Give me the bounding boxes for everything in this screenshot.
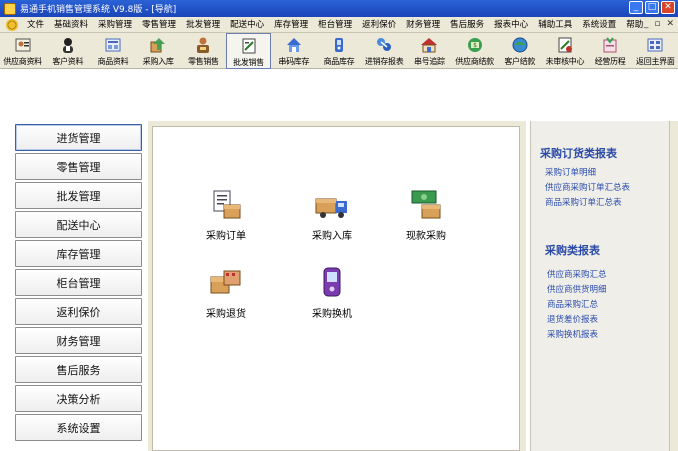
tool-supplier[interactable]: 供应商资料 [0, 33, 45, 69]
nav-after-sales[interactable]: 售后服务 [15, 356, 142, 383]
home-icon [646, 36, 664, 54]
function-panel: 采购订单 采购入库 现款采购 采购退货 采购换机 [148, 121, 526, 451]
menu-finance[interactable]: 财务管理 [401, 17, 445, 33]
menu-rebate[interactable]: 返利保价 [357, 17, 401, 33]
menu-retail[interactable]: 零售管理 [137, 17, 181, 33]
close-button[interactable]: ✕ [661, 1, 675, 14]
func-phone-exchange[interactable]: 采购换机 [297, 265, 367, 320]
app-icon [4, 2, 16, 15]
menu-tools[interactable]: 辅助工具 [533, 17, 577, 33]
left-nav: 进货管理 零售管理 批发管理 配送中心 库存管理 柜台管理 返利保价 财务管理 … [12, 122, 144, 451]
blank-strip [0, 70, 678, 120]
func-purchase-order[interactable]: 采购订单 [191, 187, 261, 242]
serial-stock-icon [285, 36, 303, 54]
menu-gear-icon [6, 18, 18, 31]
svg-text:$: $ [473, 42, 477, 49]
report-link-product-order-summary[interactable]: 商品采购订单汇总表 [545, 196, 622, 208]
menu-wholesale[interactable]: 批发管理 [181, 17, 225, 33]
func-cash-purchase[interactable]: 现款采购 [391, 187, 461, 242]
history-icon [601, 36, 619, 54]
nav-rebate[interactable]: 返利保价 [15, 298, 142, 325]
tool-customer[interactable]: 客户资料 [45, 33, 90, 69]
menu-reports[interactable]: 报表中心 [489, 17, 533, 33]
report-link-supplier-order-summary[interactable]: 供应商采购订单汇总表 [545, 181, 630, 193]
nav-inventory[interactable]: 库存管理 [15, 240, 142, 267]
menu-inventory[interactable]: 库存管理 [269, 17, 313, 33]
purchase-return-icon [208, 265, 244, 301]
nav-distribution[interactable]: 配送中心 [15, 211, 142, 238]
nav-retail[interactable]: 零售管理 [15, 153, 142, 180]
report-icon [375, 36, 393, 54]
tool-customer-pay[interactable]: 客户结款 [497, 33, 542, 69]
nav-counter[interactable]: 柜台管理 [15, 269, 142, 296]
menu-file[interactable]: 文件 [22, 17, 49, 33]
toolbar: 供应商资料 客户资料 商品资料 采购入库 零售销售 批发销售 串码库存 商品库存… [0, 33, 678, 69]
tool-home[interactable]: 返回主界面 [633, 33, 678, 69]
tool-purchase-in[interactable]: 采购入库 [136, 33, 181, 69]
mdi-restore-icon[interactable]: ▫ [654, 19, 660, 29]
serial-track-icon [420, 36, 438, 54]
menu-distribution[interactable]: 配送中心 [225, 17, 269, 33]
report-link-supplier-purchase-summary[interactable]: 供应商采购汇总 [547, 268, 607, 280]
function-area: 采购订单 采购入库 现款采购 采购退货 采购换机 [152, 126, 520, 451]
title-bar: 易通手机销售管理系统 V9.8版 - [导航] _ □ ✕ [0, 0, 678, 17]
supplier-icon [14, 36, 32, 54]
tool-serial-track[interactable]: 串号追踪 [407, 33, 452, 69]
customer-icon [59, 36, 77, 54]
tool-unaudited[interactable]: 未审核中心 [542, 33, 587, 69]
tool-report[interactable]: 进销存报表 [362, 33, 407, 69]
purchase-order-icon [208, 187, 244, 223]
tool-stock[interactable]: 商品库存 [316, 33, 361, 69]
supplier-pay-icon: $ [466, 36, 484, 54]
purchase-in-icon [149, 36, 167, 54]
menu-counter[interactable]: 柜台管理 [313, 17, 357, 33]
tool-product[interactable]: 商品资料 [90, 33, 135, 69]
tool-supplier-pay[interactable]: $ 供应商结款 [452, 33, 497, 69]
phone-exchange-icon [314, 265, 350, 301]
tool-serial-stock[interactable]: 串码库存 [271, 33, 316, 69]
tool-history[interactable]: 经营历程 [588, 33, 633, 69]
report-group2-title: 采购类报表 [545, 244, 600, 257]
menu-basic-data[interactable]: 基础资料 [49, 17, 93, 33]
tool-wholesale[interactable]: 批发销售 [225, 33, 272, 69]
minimize-button[interactable]: _ [629, 1, 643, 14]
maximize-button[interactable]: □ [645, 1, 659, 14]
nav-decision[interactable]: 决策分析 [15, 385, 142, 412]
func-purchase-return[interactable]: 采购退货 [191, 265, 261, 320]
report-link-product-purchase-summary[interactable]: 商品采购汇总 [547, 298, 598, 310]
tool-retail[interactable]: 零售销售 [181, 33, 226, 69]
nav-wholesale[interactable]: 批发管理 [15, 182, 142, 209]
report-link-order-detail[interactable]: 采购订单明细 [545, 166, 596, 178]
menu-after-sales[interactable]: 售后服务 [445, 17, 489, 33]
report-link-supplier-supply-detail[interactable]: 供应商供货明细 [547, 283, 607, 295]
nav-finance[interactable]: 财务管理 [15, 327, 142, 354]
window-title: 易通手机销售管理系统 V9.8版 - [导航] [20, 5, 177, 15]
retail-icon [194, 36, 212, 54]
product-icon [104, 36, 122, 54]
stock-icon [330, 36, 348, 54]
nav-settings[interactable]: 系统设置 [15, 414, 142, 441]
customer-pay-icon [511, 36, 529, 54]
report-group1-title: 采购订货类报表 [540, 147, 617, 160]
report-link-exchange-report[interactable]: 采购换机报表 [547, 328, 598, 340]
mdi-close-icon[interactable]: ✕ [666, 19, 674, 29]
nav-purchase[interactable]: 进货管理 [15, 124, 142, 151]
mdi-minimize-icon[interactable]: _ [644, 19, 649, 29]
menu-settings[interactable]: 系统设置 [577, 17, 621, 33]
report-panel: 采购订货类报表 采购订单明细 供应商采购订单汇总表 商品采购订单汇总表 采购类报… [530, 121, 678, 451]
wholesale-icon [240, 37, 258, 55]
menu-bar: 文件 基础资料 采购管理 零售管理 批发管理 配送中心 库存管理 柜台管理 返利… [0, 17, 678, 33]
purchase-in-truck-icon [314, 187, 350, 223]
unaudited-icon [556, 36, 574, 54]
report-area: 采购订货类报表 采购订单明细 供应商采购订单汇总表 商品采购订单汇总表 采购类报… [530, 121, 670, 451]
cash-purchase-icon [408, 187, 444, 223]
func-purchase-in[interactable]: 采购入库 [297, 187, 367, 242]
report-link-return-diff[interactable]: 退货差价报表 [547, 313, 598, 325]
menu-purchase[interactable]: 采购管理 [93, 17, 137, 33]
